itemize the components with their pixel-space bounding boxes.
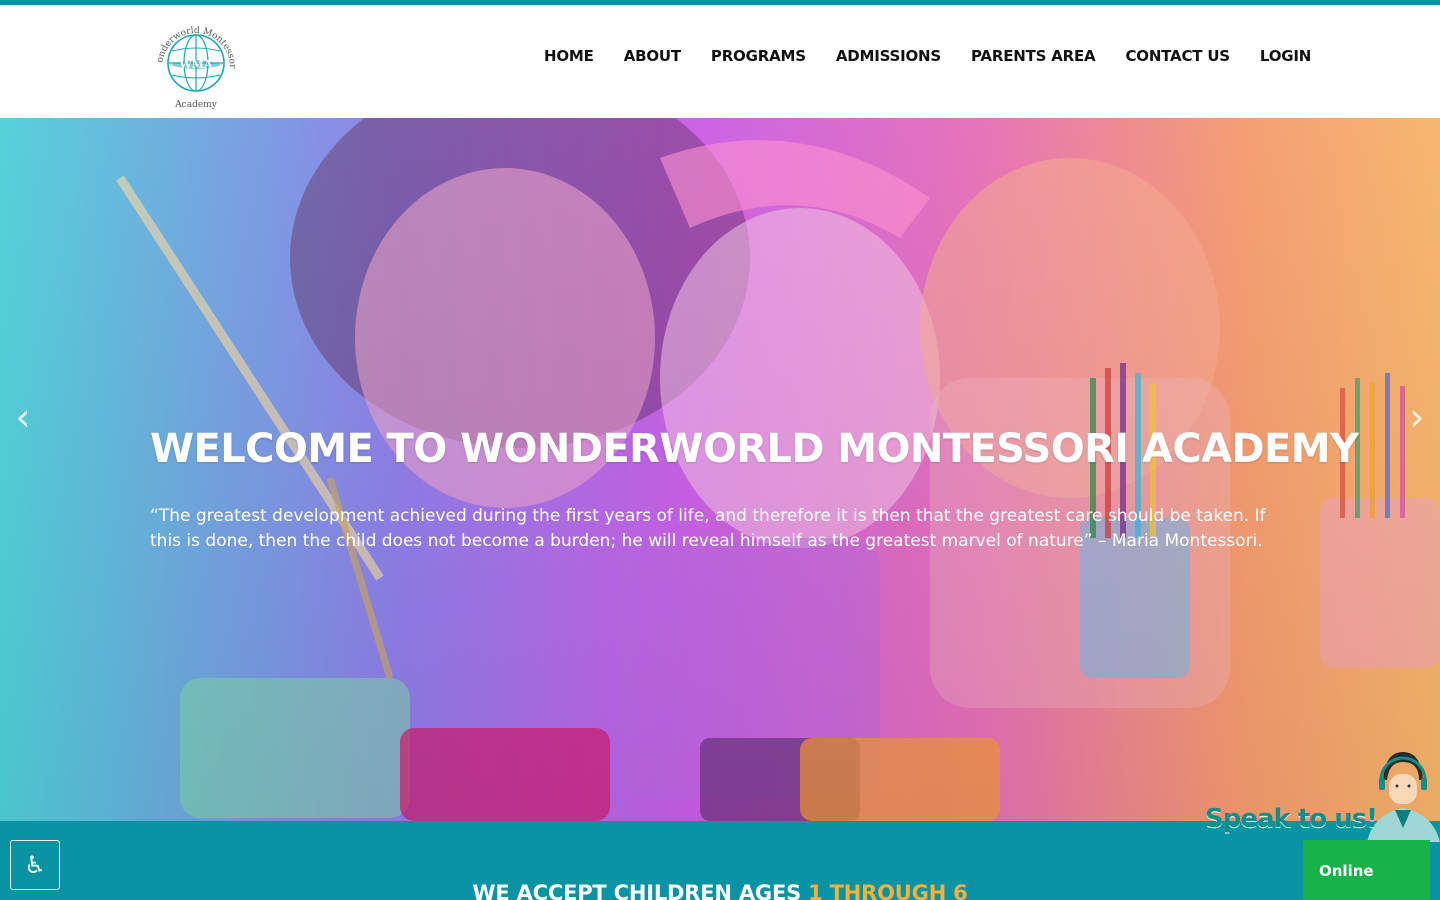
chevron-left-icon[interactable]: ‹ bbox=[6, 398, 40, 436]
nav-programs[interactable]: PROGRAMS bbox=[711, 47, 806, 65]
speak-to-us-widget[interactable]: Speak to us! bbox=[1205, 750, 1440, 842]
speak-to-us-label: Speak to us! bbox=[1205, 804, 1378, 834]
hero-slider: ‹ › WELCOME TO WONDERWORLD MONTESSORI AC… bbox=[0, 118, 1440, 821]
site-logo[interactable]: WMA Wonderworld Montessori Academy bbox=[144, 8, 244, 111]
nav-admissions[interactable]: ADMISSIONS bbox=[836, 47, 941, 65]
ages-heading-main: WE ACCEPT CHILDREN AGES bbox=[472, 881, 809, 900]
ages-heading-accent: 1 THROUGH 6 bbox=[808, 881, 968, 900]
nav-contact-us[interactable]: CONTACT US bbox=[1125, 47, 1230, 65]
ages-heading: WE ACCEPT CHILDREN AGES 1 THROUGH 6 bbox=[0, 881, 1440, 900]
chevron-right-icon[interactable]: › bbox=[1400, 398, 1434, 436]
svg-text:WMA: WMA bbox=[178, 58, 213, 71]
wheelchair-icon: ♿ bbox=[24, 851, 46, 879]
site-header: WMA Wonderworld Montessori Academy HOME … bbox=[0, 5, 1440, 118]
hero-title: WELCOME TO WONDERWORLD MONTESSORI ACADEM… bbox=[150, 426, 1359, 472]
svg-text:Academy: Academy bbox=[174, 100, 218, 110]
globe-logo-icon: WMA Wonderworld Montessori Academy bbox=[144, 8, 237, 110]
online-chat-button[interactable]: Online bbox=[1303, 840, 1430, 900]
nav-login[interactable]: LOGIN bbox=[1260, 47, 1311, 65]
accessibility-button[interactable]: ♿ bbox=[10, 840, 60, 890]
hero-quote: “The greatest development achieved durin… bbox=[150, 506, 1266, 551]
nav-about[interactable]: ABOUT bbox=[624, 47, 681, 65]
nav-parents-area[interactable]: PARENTS AREA bbox=[971, 47, 1096, 65]
nav-home[interactable]: HOME bbox=[544, 47, 594, 65]
main-nav: HOME ABOUT PROGRAMS ADMISSIONS PARENTS A… bbox=[544, 47, 1311, 65]
